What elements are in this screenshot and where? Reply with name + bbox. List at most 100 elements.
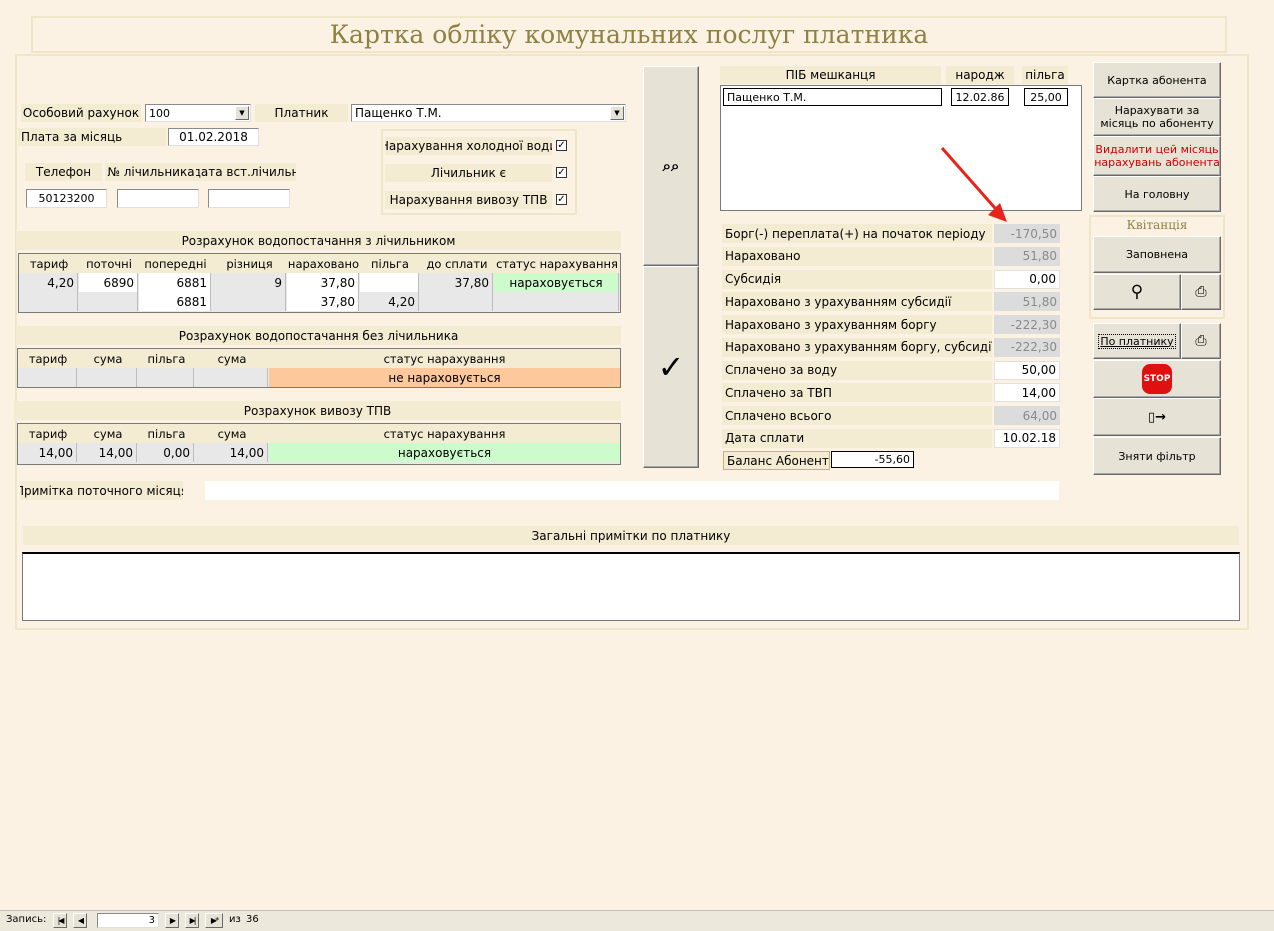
nometer-calc-cell[interactable] bbox=[18, 368, 77, 387]
checkmark-icon: ✓ bbox=[657, 347, 685, 386]
payer-select[interactable]: Пащенко Т.М. ▼ bbox=[351, 104, 626, 122]
delete-month-button[interactable]: Видалити цей місяць нарахувань абонента bbox=[1093, 136, 1221, 176]
meter-calc-cell[interactable]: 9 bbox=[212, 273, 286, 292]
tpv-calc-header-cell: сума bbox=[195, 424, 269, 443]
preview-button[interactable]: ⚲ bbox=[1093, 274, 1181, 310]
summary-value[interactable]: 14,00 bbox=[994, 383, 1060, 403]
by-payer-button[interactable]: По платнику bbox=[1093, 323, 1181, 359]
meter-calc-cell[interactable]: нараховується bbox=[494, 273, 619, 292]
stop-button[interactable]: STOP bbox=[1093, 360, 1221, 398]
summary-label: Сплачено за ТВП bbox=[722, 383, 992, 403]
summary-value[interactable]: 10.02.18 bbox=[994, 428, 1060, 448]
note-month-field[interactable] bbox=[205, 481, 1059, 500]
summary-label: Сплачено всього bbox=[722, 406, 992, 425]
nometer-status-cell[interactable]: не нараховується bbox=[269, 368, 620, 387]
meter-calc-cell[interactable] bbox=[19, 292, 78, 311]
balance-label: Баланс Абонента bbox=[723, 451, 830, 470]
search-button[interactable]: ⌕⌕ bbox=[643, 66, 699, 266]
meter-calc-title: Розрахунок водопостачання з лічильником bbox=[16, 231, 621, 250]
meter-calc-cell[interactable] bbox=[494, 292, 619, 311]
nometer-calc-cell[interactable] bbox=[195, 368, 268, 387]
print-payer-button[interactable]: ⎙ bbox=[1181, 323, 1221, 359]
meter-calc-cell[interactable] bbox=[420, 292, 493, 311]
balance-field[interactable]: -55,60 bbox=[831, 451, 914, 468]
payer-label: Платник bbox=[255, 104, 348, 122]
tpv-calc-title: Розрахунок вивозу ТПВ bbox=[14, 401, 621, 420]
meter-present-checkbox[interactable]: ✓ bbox=[556, 167, 567, 178]
next-record-button[interactable]: ▶ bbox=[165, 913, 179, 928]
filled-button[interactable]: Заповнена bbox=[1093, 236, 1221, 273]
meter-present-label: Лічильник є bbox=[385, 164, 552, 182]
meter-calc-cell[interactable]: 37,80 bbox=[287, 273, 359, 292]
cold-water-label: Нарахування холодної води bbox=[385, 137, 552, 155]
meter-calc-header-cell: тариф bbox=[19, 254, 79, 273]
last-record-button[interactable]: ▶| bbox=[185, 913, 199, 928]
account-select[interactable]: 100 ▼ bbox=[145, 104, 251, 122]
tpv-checkbox[interactable]: ✓ bbox=[556, 194, 567, 205]
tpv-calc-cell[interactable]: 14,00 bbox=[18, 443, 77, 462]
tpv-calc-header-cell: статус нарахування bbox=[269, 424, 620, 443]
account-value: 100 bbox=[149, 106, 170, 120]
nometer-calc-cell[interactable] bbox=[78, 368, 137, 387]
tpv-calc-cell[interactable]: 14,00 bbox=[78, 443, 137, 462]
meter-calc-cell[interactable]: 37,80 bbox=[420, 273, 493, 292]
resident-benefit[interactable]: 25,00 bbox=[1024, 88, 1068, 106]
chevron-down-icon[interactable]: ▼ bbox=[235, 106, 249, 120]
payer-value: Пащенко Т.М. bbox=[355, 106, 442, 120]
summary-value[interactable]: 0,00 bbox=[994, 269, 1060, 289]
nav-of: из bbox=[229, 914, 241, 925]
nometer-calc-header-cell: пільга bbox=[138, 349, 195, 368]
exit-button[interactable]: ▯→ bbox=[1093, 398, 1221, 436]
summary-label: Нараховано з урахуванням субсидії bbox=[722, 292, 992, 312]
meter-no-field[interactable] bbox=[117, 189, 199, 208]
printer-icon: ⎙ bbox=[1195, 283, 1207, 300]
new-record-button[interactable]: ▶* bbox=[205, 913, 223, 928]
cold-water-checkbox[interactable]: ✓ bbox=[556, 140, 567, 151]
unfilter-button[interactable]: Зняти фільтр bbox=[1093, 437, 1221, 475]
general-notes-field[interactable] bbox=[22, 552, 1240, 621]
resident-birth[interactable]: 12.02.86 bbox=[951, 88, 1009, 106]
nometer-calc-header-cell: тариф bbox=[18, 349, 78, 368]
meter-calc-cell[interactable] bbox=[212, 292, 286, 311]
tpv-calc-cell[interactable]: 14,00 bbox=[195, 443, 268, 462]
nometer-calc-header-cell: сума bbox=[78, 349, 138, 368]
home-button[interactable]: На головну bbox=[1093, 176, 1221, 212]
tpv-calc-cell[interactable]: 0,00 bbox=[138, 443, 194, 462]
summary-label: Нараховано з урахуванням боргу, субсидії bbox=[722, 337, 992, 357]
print-receipt-button[interactable]: ⎙ bbox=[1181, 274, 1221, 310]
meter-date-field[interactable] bbox=[208, 189, 290, 208]
nometer-calc-cell[interactable] bbox=[138, 368, 194, 387]
meter-calc-header-cell: поточні bbox=[79, 254, 139, 273]
summary-label: Дата сплати bbox=[722, 428, 992, 448]
summary-value[interactable]: 50,00 bbox=[994, 360, 1060, 380]
meter-calc-cell[interactable] bbox=[79, 292, 138, 311]
summary-value: -222,30 bbox=[994, 337, 1060, 357]
page-title: Картка обліку комунальних послуг платник… bbox=[329, 20, 929, 49]
meter-calc-cell[interactable]: 6881 bbox=[139, 273, 211, 292]
meter-calc-header-cell: попередні bbox=[139, 254, 212, 273]
nometer-calc-header-cell: статус нарахування bbox=[269, 349, 620, 368]
nometer-calc-title: Розрахунок водопостачання без лічильника bbox=[16, 326, 621, 345]
meter-calc-cell[interactable]: 6881 bbox=[139, 292, 211, 311]
meter-calc-cell[interactable]: 6890 bbox=[79, 273, 138, 292]
month-field[interactable]: 01.02.2018 bbox=[168, 128, 259, 146]
receipt-title: Квітанція bbox=[1126, 218, 1188, 232]
phone-field[interactable]: 50123200 bbox=[26, 189, 107, 208]
meter-calc-cell[interactable]: 37,80 bbox=[287, 292, 359, 311]
prev-record-button[interactable]: ◀ bbox=[73, 913, 87, 928]
nav-total: 36 bbox=[246, 914, 259, 925]
meter-calc-header-cell: статус нарахування bbox=[494, 254, 620, 273]
meter-calc-cell[interactable]: 4,20 bbox=[19, 273, 78, 292]
confirm-button[interactable]: ✓ bbox=[643, 266, 699, 468]
account-label: Особовий рахунок bbox=[21, 104, 141, 122]
meter-calc-cell[interactable]: 4,20 bbox=[360, 292, 419, 311]
charge-button[interactable]: Нарахувати за місяць по абоненту bbox=[1093, 98, 1221, 136]
meter-calc-cell[interactable] bbox=[360, 273, 419, 292]
first-record-button[interactable]: |◀ bbox=[53, 913, 67, 928]
card-button[interactable]: Картка абонента bbox=[1093, 62, 1221, 98]
record-number-field[interactable]: 3 bbox=[97, 913, 159, 928]
magnifier-icon: ⚲ bbox=[1130, 281, 1144, 302]
chevron-down-icon[interactable]: ▼ bbox=[610, 106, 624, 120]
tpv-status-cell[interactable]: нараховується bbox=[269, 443, 620, 462]
resident-name[interactable]: Пащенко Т.М. bbox=[723, 88, 942, 106]
